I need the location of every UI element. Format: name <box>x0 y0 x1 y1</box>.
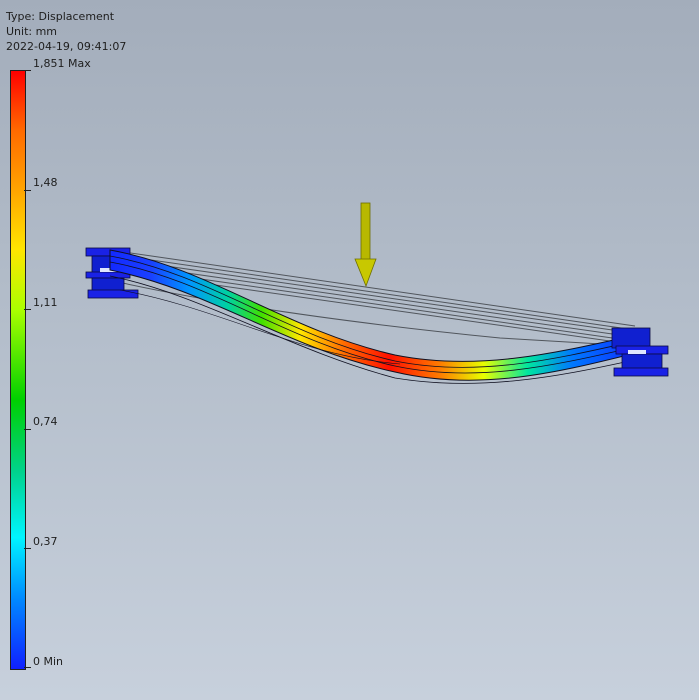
undeformed-outline <box>109 249 646 347</box>
deformed-beam <box>109 249 641 384</box>
model-viewport[interactable] <box>0 0 699 700</box>
load-arrow-icon <box>354 202 377 288</box>
right-support <box>611 327 669 377</box>
